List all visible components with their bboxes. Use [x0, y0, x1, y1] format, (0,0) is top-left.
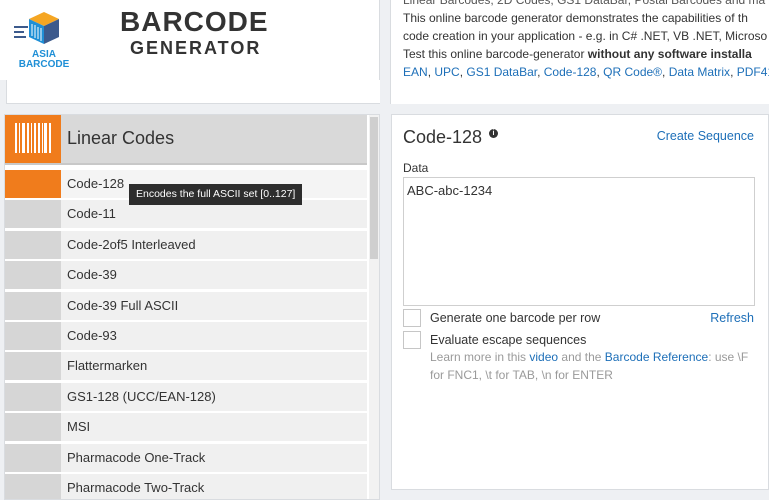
- list-item-pharmacode-two-track[interactable]: Pharmacode Two-Track: [5, 473, 367, 499]
- intro-text: Linear Barcodes, 2D Codes, GS1 DataBar, …: [390, 0, 769, 104]
- item-marker: [5, 473, 61, 499]
- list-item-label: GS1-128 (UCC/EAN-128): [67, 388, 216, 404]
- list-item-label: Code-128: [67, 176, 125, 191]
- brand-box-footer: [6, 80, 380, 104]
- item-marker: [5, 261, 61, 290]
- info-icon[interactable]: i: [489, 129, 498, 138]
- list-item-code-39-full-ascii[interactable]: Code-39 Full ASCII: [5, 291, 367, 320]
- list-item-label: Flattermarken: [67, 358, 148, 374]
- tooltip: Encodes the full ASCII set [0..127]: [129, 184, 303, 205]
- list-item-code-2of5-interleaved[interactable]: Code-2of5 Interleaved: [5, 230, 367, 259]
- item-marker: [5, 291, 61, 320]
- list-item-label: Code-39 Full ASCII: [67, 297, 179, 313]
- asia-barcode-logo[interactable]: ASIA BARCODE: [0, 0, 88, 80]
- list-item-label: Code-11: [67, 206, 116, 222]
- symbology-title: Code-128: [403, 127, 483, 147]
- list-item-label: MSI: [67, 419, 91, 435]
- list-item-code-39[interactable]: Code-39: [5, 261, 367, 290]
- category-title: Linear Codes: [67, 128, 175, 148]
- symbology-list: Code-128 Code-11 Code-2of5 Interleaved C…: [5, 170, 367, 499]
- item-marker: [5, 443, 61, 472]
- barcode-icon: [5, 115, 61, 163]
- brand-title: BARCODE: [120, 6, 269, 37]
- list-item-label: Pharmacode One-Track: [67, 449, 206, 465]
- logo-text: ASIA BARCODE: [18, 49, 70, 70]
- list-item-code-93[interactable]: Code-93: [5, 321, 367, 350]
- refresh-link[interactable]: Refresh: [710, 311, 754, 325]
- item-marker: [5, 200, 61, 229]
- escape-sequences-checkbox[interactable]: [403, 331, 421, 349]
- item-marker: [5, 230, 61, 259]
- symbology-list-panel: Linear Codes Code-128 Code-11 Code-2of5 …: [4, 114, 380, 500]
- checkbox-label: Evaluate escape sequences: [430, 333, 587, 347]
- list-item-label: Code-39: [67, 267, 117, 283]
- brand-subtitle: GENERATOR: [130, 38, 262, 58]
- link-pdf417[interactable]: PDF417: [737, 65, 769, 79]
- list-item-flattermarken[interactable]: Flattermarken: [5, 352, 367, 381]
- link-data-matrix[interactable]: Data Matrix: [669, 65, 730, 79]
- item-marker: [5, 382, 61, 411]
- checkbox-label: Generate one barcode per row: [430, 311, 601, 325]
- item-marker: [5, 170, 61, 198]
- list-item-pharmacode-one-track[interactable]: Pharmacode One-Track: [5, 443, 367, 472]
- cube-icon: [29, 12, 59, 44]
- list-item-label: Code-93: [67, 327, 117, 343]
- one-barcode-per-row-checkbox[interactable]: [403, 309, 421, 327]
- link-qr-code[interactable]: QR Code®: [603, 65, 662, 79]
- create-sequence-link[interactable]: Create Sequence: [657, 129, 754, 143]
- list-item-label: Pharmacode Two-Track: [67, 479, 205, 495]
- data-label: Data: [403, 161, 429, 175]
- scrollbar-thumb[interactable]: [370, 117, 378, 259]
- item-marker: [5, 413, 61, 442]
- link-ean[interactable]: EAN: [403, 65, 428, 79]
- list-item-gs1-128[interactable]: GS1-128 (UCC/EAN-128): [5, 382, 367, 411]
- header: ASIA BARCODE BARCODE GENERATOR Linear Ba…: [0, 0, 769, 104]
- link-code-128[interactable]: Code-128: [544, 65, 597, 79]
- escape-hint-text: Learn more in this video and the Barcode…: [430, 350, 749, 382]
- item-marker: [5, 321, 61, 350]
- list-item-msi[interactable]: MSI: [5, 413, 367, 442]
- symbology-links: EAN, UPC, GS1 DataBar, Code-128, QR Code…: [403, 63, 769, 81]
- data-input[interactable]: ABC-abc-1234: [403, 177, 755, 306]
- barcode-reference-link[interactable]: Barcode Reference: [605, 350, 708, 364]
- item-marker: [5, 352, 61, 381]
- list-scrollbar[interactable]: [369, 115, 379, 499]
- category-header-linear[interactable]: Linear Codes: [5, 115, 367, 165]
- list-item-label: Code-2of5 Interleaved: [67, 236, 196, 252]
- barcode-settings-panel: Code-128 i Create Sequence Data ABC-abc-…: [391, 114, 769, 490]
- link-upc[interactable]: UPC: [434, 65, 459, 79]
- video-link[interactable]: video: [529, 350, 558, 364]
- link-gs1-databar[interactable]: GS1 DataBar: [466, 65, 537, 79]
